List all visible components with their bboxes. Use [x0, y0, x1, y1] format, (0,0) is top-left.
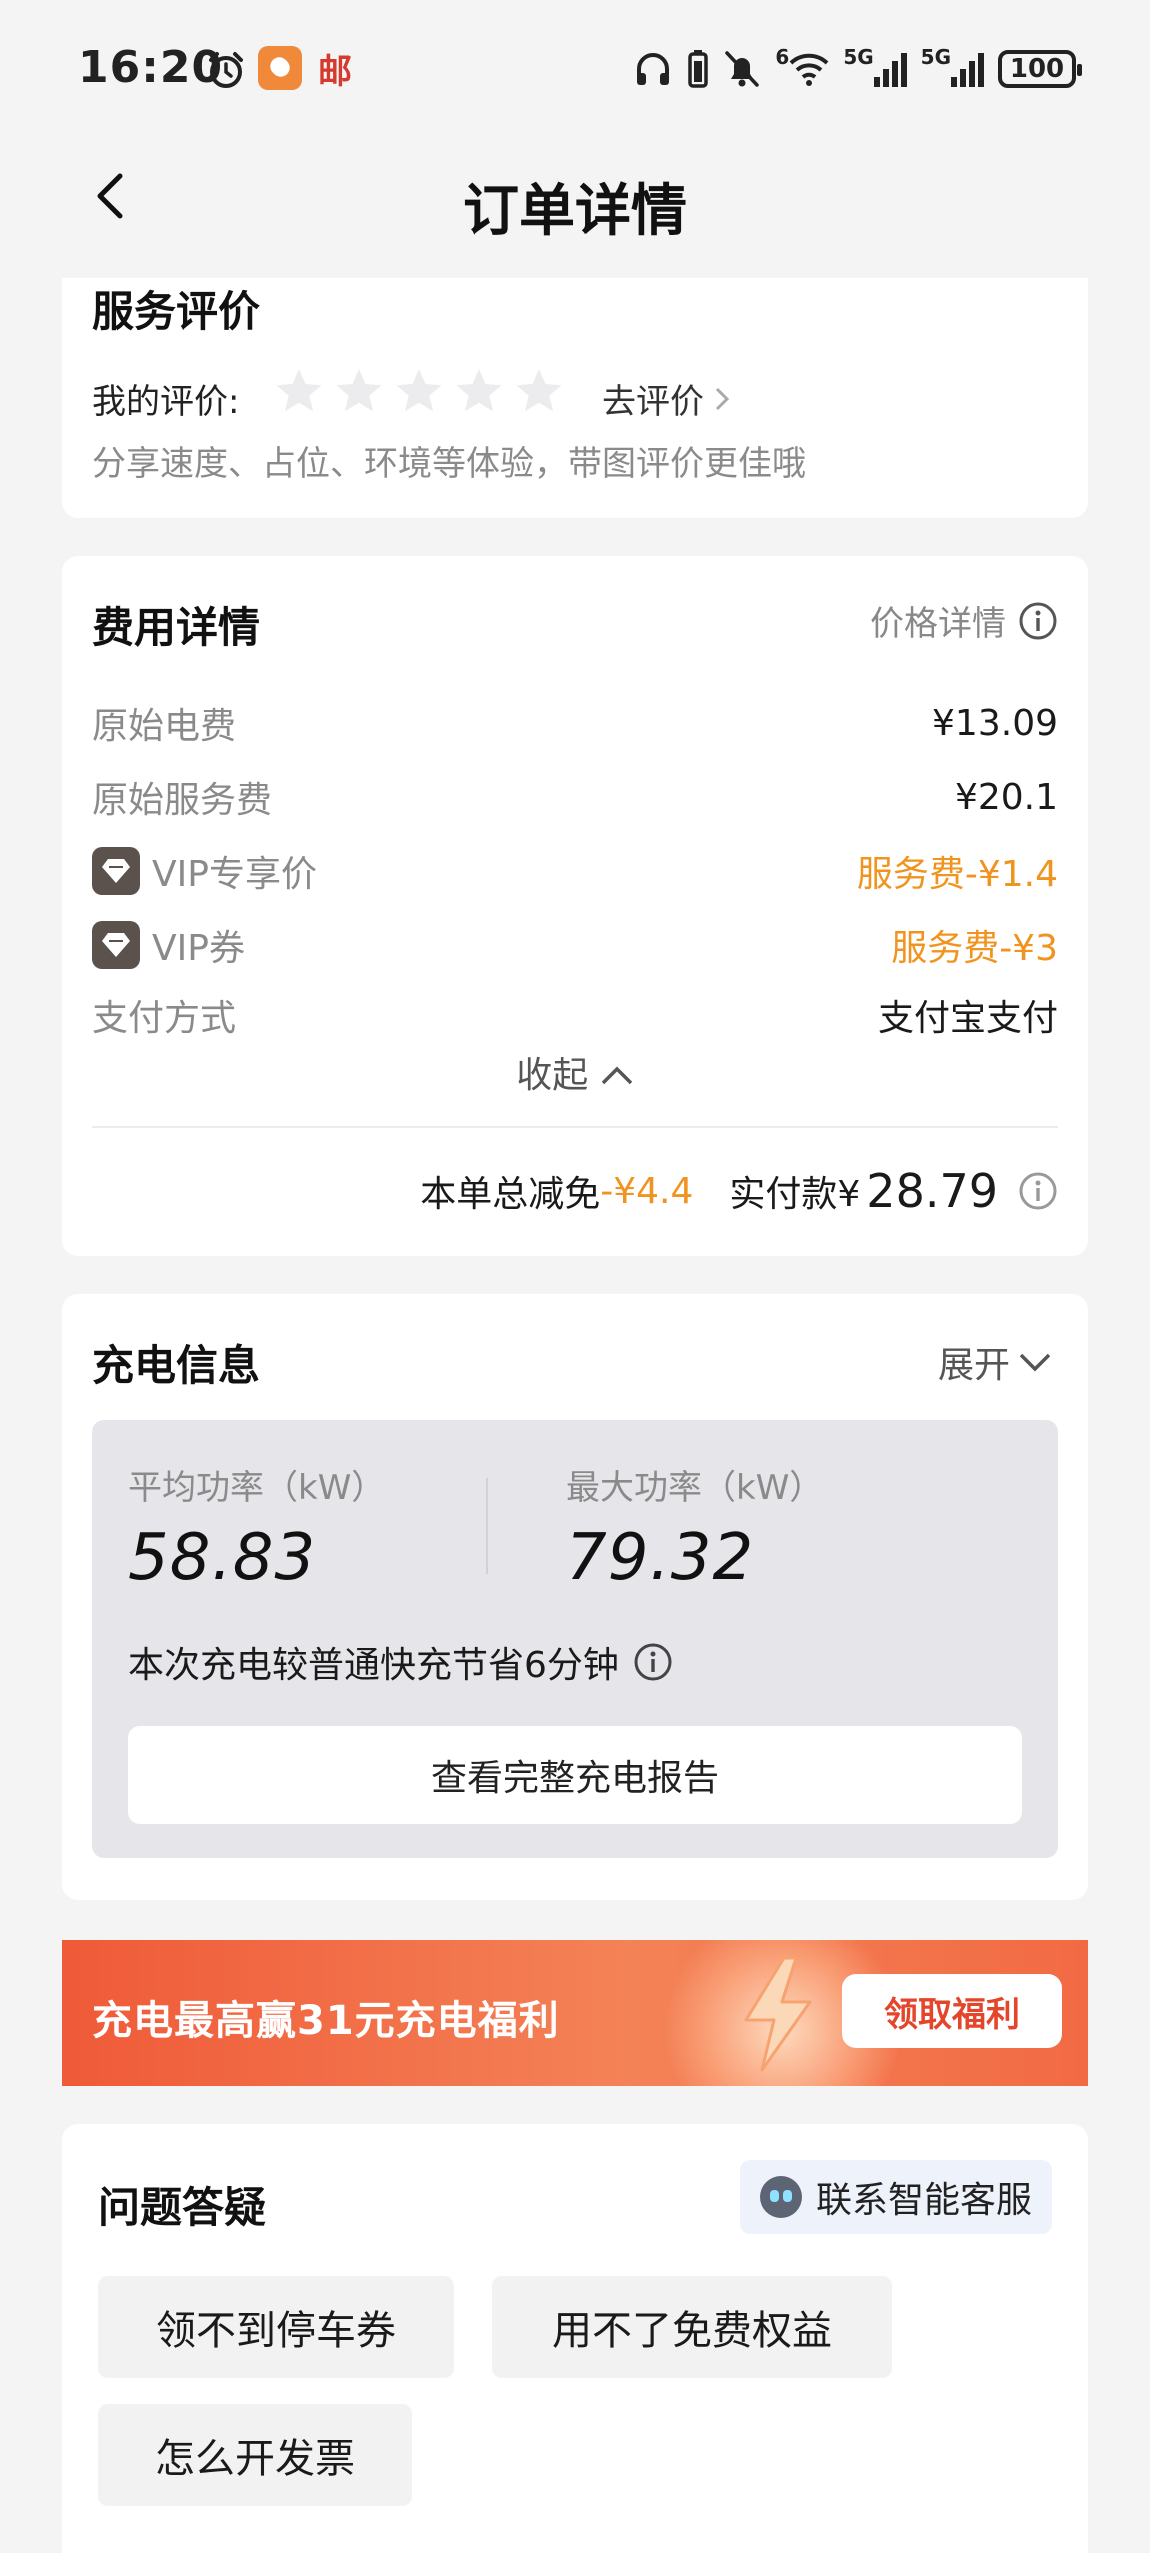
fee-row-service: 原始服务费 ¥20.1 — [92, 772, 1058, 822]
faq-question-chip[interactable]: 领不到停车券 — [98, 2276, 454, 2378]
info-icon[interactable] — [633, 1642, 673, 1682]
signal-bars-icon — [873, 51, 907, 87]
expand-toggle[interactable]: 展开 — [938, 1336, 1052, 1388]
chevron-up-icon — [601, 1066, 632, 1085]
fee-row-vip-price: VIP专享价 服务费-¥1.4 — [92, 846, 1058, 896]
network-label-1: 5G — [843, 45, 874, 69]
charging-info-card: 充电信息 展开 平均功率（kW） 58.83 最大功率（kW） 79.32 本次… — [62, 1294, 1088, 1900]
fee-row-payment-method: 支付方式 支付宝支付 — [92, 990, 1058, 1040]
service-review-card: 服务评价 我的评价: 去评价 分享速度、占位、环境等体验，带图评价更佳哦 — [62, 278, 1088, 518]
fee-label: 原始电费 — [92, 706, 237, 747]
claim-benefit-button[interactable]: 领取福利 — [842, 1974, 1062, 2048]
avg-power-metric: 平均功率（kW） 58.83 — [128, 1460, 385, 1595]
vip-diamond-icon — [92, 921, 140, 969]
info-icon[interactable] — [1018, 1171, 1058, 1211]
avg-power-value: 58.83 — [128, 1521, 317, 1595]
go-review-link[interactable]: 去评价 — [602, 374, 730, 423]
collapse-label: 收起 — [516, 1055, 589, 1096]
vip-price-label: VIP专享价 — [152, 854, 317, 895]
price-detail-label: 价格详情 — [870, 604, 1006, 644]
fee-title: 费用详情 — [92, 603, 261, 652]
star-icon[interactable] — [274, 366, 324, 416]
wifi-indicator: 6 — [775, 45, 829, 90]
star-icon[interactable] — [454, 366, 504, 416]
page-title: 订单详情 — [463, 179, 687, 244]
status-bar: 16:20 邮 6 5G 5G 100 — [0, 0, 1150, 118]
fee-details-card: 费用详情 价格详情 原始电费 ¥13.09 原始服务费 ¥20.1 VIP专享价… — [62, 556, 1088, 1256]
max-power-label: 最大功率（kW） — [566, 1468, 824, 1508]
network-label-2: 5G — [920, 45, 951, 69]
wifi-label: 6 — [775, 45, 790, 69]
vip-diamond-icon — [92, 847, 140, 895]
fee-label: 原始服务费 — [92, 780, 273, 821]
star-icon[interactable] — [514, 366, 564, 416]
mail-app-icon: 邮 — [318, 52, 352, 92]
chevron-right-icon — [715, 387, 730, 410]
divider — [92, 1126, 1058, 1128]
time-saving-note: 本次充电较普通快充节省6分钟 — [128, 1636, 673, 1688]
star-icon[interactable] — [394, 366, 444, 416]
price-detail-link[interactable]: 价格详情 — [870, 596, 1058, 645]
collapse-toggle[interactable]: 收起 — [62, 1046, 1088, 1098]
device-battery-icon — [688, 50, 709, 88]
mute-bell-icon — [725, 51, 760, 87]
charge-stats-box: 平均功率（kW） 58.83 最大功率（kW） 79.32 本次充电较普通快充节… — [92, 1420, 1058, 1858]
battery-level: 100 — [1009, 54, 1065, 84]
faq-title: 问题答疑 — [98, 2183, 267, 2232]
wifi-icon — [789, 53, 829, 86]
review-hint: 分享速度、占位、环境等体验，带图评价更佳哦 — [92, 444, 806, 484]
signal-bars-icon — [951, 51, 984, 87]
avg-power-label: 平均功率（kW） — [128, 1468, 386, 1508]
max-power-value: 79.32 — [566, 1521, 755, 1595]
expand-label: 展开 — [937, 1345, 1010, 1386]
fee-value: 服务费-¥3 — [891, 928, 1058, 969]
max-power-metric: 最大功率（kW） 79.32 — [566, 1460, 823, 1595]
contact-support-button[interactable]: 联系智能客服 — [739, 2160, 1052, 2234]
fee-value: ¥20.1 — [954, 776, 1058, 818]
metric-divider — [486, 1478, 488, 1574]
lightning-bolt-icon — [744, 1956, 812, 2072]
signal-1: 5G — [843, 45, 907, 90]
fee-label-with-icon: VIP券 — [92, 919, 245, 971]
total-row: 本单总减免 -¥4.4 实付款¥ 28.79 — [420, 1164, 1058, 1218]
paid-amount: 28.79 — [866, 1164, 998, 1218]
signal-2: 5G — [920, 45, 984, 90]
info-icon — [1019, 602, 1057, 639]
headphones-icon — [637, 53, 670, 85]
battery-icon: 100 — [998, 50, 1082, 88]
time-saving-text: 本次充电较普通快充节省6分钟 — [128, 1645, 619, 1686]
faq-question-chip[interactable]: 用不了免费权益 — [492, 2276, 892, 2378]
nav-bar: 订单详情 — [0, 118, 1150, 278]
rating-stars[interactable] — [274, 366, 564, 416]
view-charge-report-button[interactable]: 查看完整充电报告 — [128, 1726, 1022, 1824]
banner-text: 充电最高赢31元充电福利 — [92, 1998, 560, 2044]
app-notification-icon — [258, 46, 302, 90]
vip-coupon-label: VIP券 — [152, 928, 245, 969]
fee-row-electricity: 原始电费 ¥13.09 — [92, 698, 1058, 748]
robot-icon — [759, 2176, 802, 2218]
fee-label-with-icon: VIP专享价 — [92, 845, 317, 897]
paid-label: 实付款¥ — [729, 1174, 861, 1215]
fee-value: ¥13.09 — [932, 702, 1058, 744]
total-discount-value: -¥4.4 — [600, 1170, 694, 1212]
alarm-icon — [209, 52, 243, 88]
charge-title: 充电信息 — [92, 1341, 261, 1390]
fee-value: 支付宝支付 — [877, 998, 1058, 1039]
star-icon[interactable] — [334, 366, 384, 416]
status-time: 16:20 — [78, 42, 224, 93]
total-discount-label: 本单总减免 — [420, 1174, 601, 1215]
faq-card: 问题答疑 联系智能客服 领不到停车券 用不了免费权益 怎么开发票 — [62, 2124, 1088, 2553]
fee-label: 支付方式 — [92, 998, 237, 1039]
my-rating-label: 我的评价: — [92, 382, 240, 422]
contact-support-label: 联系智能客服 — [815, 2180, 1032, 2221]
fee-value: 服务费-¥1.4 — [856, 854, 1058, 895]
review-title: 服务评价 — [92, 287, 261, 336]
fee-row-vip-coupon: VIP券 服务费-¥3 — [92, 920, 1058, 970]
faq-question-chip[interactable]: 怎么开发票 — [98, 2404, 412, 2506]
status-icons: 6 5G 5G 100 — [633, 44, 1082, 94]
promo-banner[interactable]: 充电最高赢31元充电福利 领取福利 — [62, 1940, 1088, 2086]
chevron-down-icon — [1019, 1353, 1051, 1372]
go-review-label: 去评价 — [602, 382, 704, 422]
